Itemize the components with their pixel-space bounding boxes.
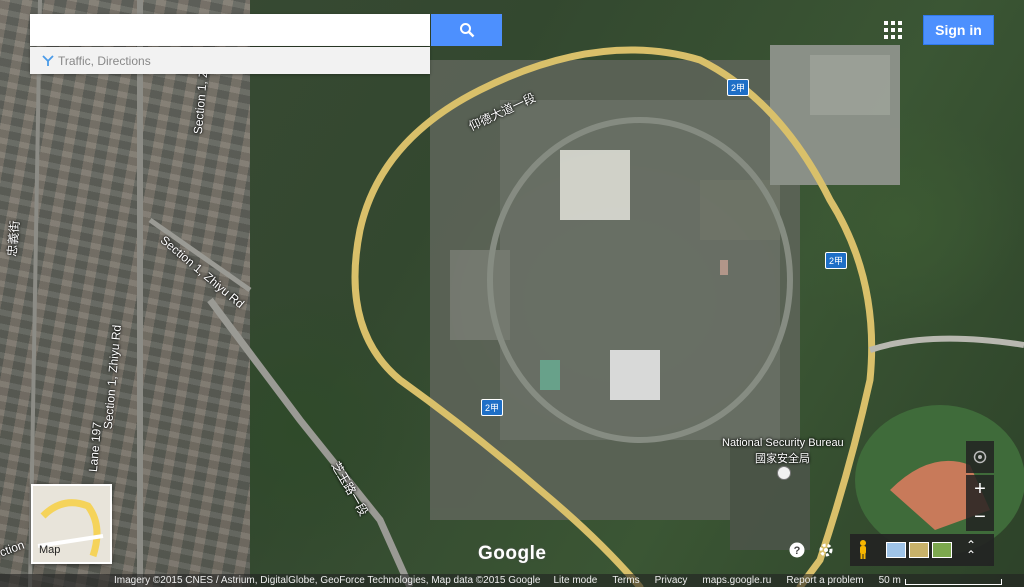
domain-link[interactable]: maps.google.ru: [702, 575, 771, 586]
bottom-tool-bar: ⌃ ⌃: [850, 534, 994, 566]
search-icon: [459, 23, 474, 38]
highway-shield-2jia: 2甲: [481, 399, 504, 416]
highway-shield-2jia: 2甲: [825, 252, 848, 269]
svg-text:?: ?: [794, 545, 801, 557]
report-problem-link[interactable]: Report a problem: [786, 575, 863, 586]
earth-thumbnail-2[interactable]: [909, 542, 929, 558]
lite-mode-link[interactable]: Lite mode: [553, 575, 597, 586]
scale-label[interactable]: 50 m: [879, 575, 901, 586]
zoom-in-button[interactable]: +: [966, 475, 994, 503]
compass-icon: [973, 450, 987, 464]
search-box[interactable]: [30, 14, 430, 46]
earth-thumbnail-1[interactable]: [886, 542, 906, 558]
pegman-icon[interactable]: [858, 540, 868, 560]
settings-icon[interactable]: [817, 541, 835, 559]
poi-label-en[interactable]: National Security Bureau: [722, 437, 844, 449]
sign-in-button[interactable]: Sign in: [923, 15, 994, 45]
satellite-map[interactable]: 仰德大道一段 Section 1, Zhiyu Rd Section 1, Zh…: [0, 0, 1024, 587]
zoom-out-button[interactable]: −: [966, 503, 994, 531]
minimap-label: Map: [39, 544, 61, 556]
search-input[interactable]: [40, 14, 424, 46]
apps-grid-icon[interactable]: [884, 21, 902, 39]
map-type-toggle[interactable]: Map: [31, 484, 112, 564]
road-label-zhongyi: 忠義街: [4, 219, 23, 258]
directions-icon: [42, 54, 54, 66]
help-icon[interactable]: ?: [788, 541, 806, 559]
privacy-link[interactable]: Privacy: [655, 575, 688, 586]
imagery-attribution: Imagery ©2015 CNES / Astrium, DigitalGlo…: [114, 575, 541, 586]
search-button[interactable]: [431, 14, 502, 46]
highway-shield-2jia: 2甲: [727, 79, 750, 96]
expand-icon[interactable]: ⌃ ⌃: [966, 539, 976, 561]
search-sub-panel[interactable]: Traffic, Directions: [30, 47, 430, 74]
traffic-directions-link[interactable]: Traffic, Directions: [58, 54, 151, 68]
poi-label-zh[interactable]: 國家安全局: [755, 450, 810, 466]
earth-thumbnail-3[interactable]: [932, 542, 952, 558]
poi-icon[interactable]: [777, 466, 791, 480]
terms-link[interactable]: Terms: [612, 575, 639, 586]
map-features: [28, 0, 1024, 587]
google-logo: Google: [478, 543, 547, 564]
scale-bar: [904, 579, 1002, 585]
map-footer: Imagery ©2015 CNES / Astrium, DigitalGlo…: [0, 574, 1024, 587]
compass-button[interactable]: [966, 441, 994, 473]
